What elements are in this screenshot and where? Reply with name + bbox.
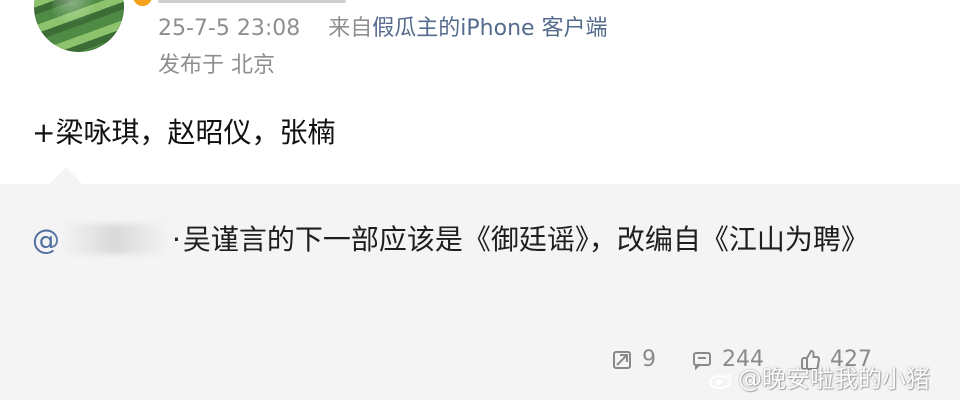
post-location: 发布于 北京 <box>158 53 275 78</box>
post-meta: 25-7-5 23:08 来自假瓜主的iPhone 客户端 <box>158 13 608 45</box>
more-options-icon[interactable]: ˅ <box>927 0 940 13</box>
share-icon <box>613 351 631 369</box>
mention-at[interactable]: @ <box>32 223 60 256</box>
repost-content: @ ·吴谨言的下一部应该是《御廷谣》，改编自《江山为聘》 <box>32 219 932 261</box>
avatar[interactable] <box>34 0 124 52</box>
avatar-container[interactable]: v <box>34 0 155 52</box>
repost-count: 9 <box>642 347 656 372</box>
repost-text: 吴谨言的下一部应该是《御廷谣》，改编自《江山为聘》 <box>182 223 869 256</box>
post-body: +梁咏琪，赵昭仪，张楠 <box>32 116 336 149</box>
verified-badge-icon: v <box>130 0 155 9</box>
timestamp: 25-7-5 23:08 <box>158 16 301 41</box>
blurred-username <box>60 224 170 254</box>
meta-spacer <box>307 16 321 41</box>
repost-button[interactable]: 9 <box>610 342 656 378</box>
weibo-logo-icon <box>709 373 732 389</box>
post-header: ˅ v 25-7-5 23:08 来自假瓜主的iPhone 客户端 发布于 北京 <box>0 0 960 100</box>
source-client-link[interactable]: 假瓜主的iPhone 客户端 <box>372 16 607 41</box>
truncated-name-line <box>158 0 346 3</box>
source-prefix: 来自 <box>328 16 373 41</box>
watermark-text: @晚安啦我的小猪 <box>738 365 930 393</box>
watermark: @晚安啦我的小猪 <box>708 363 930 395</box>
name-separator: · <box>172 223 181 256</box>
